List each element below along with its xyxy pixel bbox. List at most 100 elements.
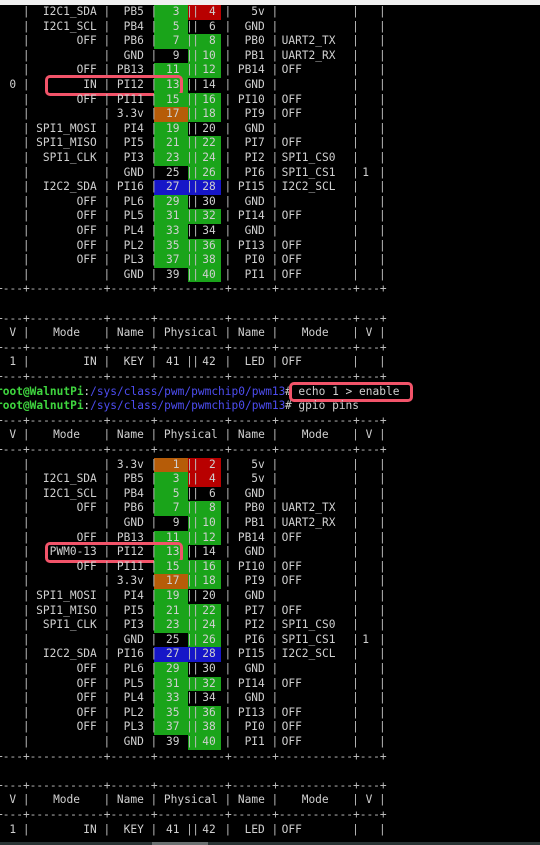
column-divider: | bbox=[0, 531, 3, 546]
column-divider: | bbox=[150, 34, 158, 48]
column-divider: | bbox=[0, 574, 3, 589]
left-physical-pin: 7 bbox=[172, 34, 180, 48]
column-divider: | bbox=[192, 457, 199, 471]
gpio-row: PWM0-13PI121314GND|||||||||| bbox=[0, 542, 540, 563]
column-divider: | bbox=[379, 647, 386, 661]
column-divider: | bbox=[379, 5, 386, 18]
column-divider: | bbox=[192, 472, 199, 486]
gpio-row-extra: 1INKEY4142LEDOFF|||||||||| bbox=[0, 823, 540, 838]
column-divider: | bbox=[379, 326, 386, 340]
column-divider: | bbox=[0, 355, 3, 370]
column-divider: | bbox=[150, 224, 158, 237]
column-divider: | bbox=[271, 705, 279, 719]
gpio-row-extra: 1INKEY4142LEDOFF|||||||||| bbox=[0, 355, 540, 370]
column-divider: | bbox=[0, 501, 3, 516]
column-divider: | bbox=[271, 428, 279, 442]
right-name: PB1 bbox=[244, 48, 265, 62]
right-v-value bbox=[362, 823, 375, 838]
column-divider: | bbox=[103, 19, 111, 33]
column-divider: | bbox=[192, 705, 199, 719]
right-v-value bbox=[362, 501, 375, 516]
column-divider: | bbox=[224, 34, 232, 48]
column-divider: | bbox=[271, 472, 279, 486]
column-divider: | bbox=[379, 107, 386, 121]
column-divider: | bbox=[352, 151, 359, 164]
column-divider: | bbox=[103, 691, 111, 705]
left-mode: SPI1_MOSI bbox=[36, 121, 97, 135]
column-divider: | bbox=[22, 516, 30, 529]
column-divider: | bbox=[352, 121, 359, 135]
column-divider: | bbox=[192, 224, 199, 237]
column-divider: | bbox=[379, 691, 386, 705]
column-divider: | bbox=[271, 355, 279, 369]
column-divider: | bbox=[192, 19, 199, 33]
right-name: PB0 bbox=[244, 34, 265, 48]
column-divider: | bbox=[150, 238, 158, 252]
column-divider: | bbox=[271, 78, 279, 91]
column-divider: | bbox=[192, 78, 199, 91]
column-divider: | bbox=[271, 92, 279, 106]
header-v: V bbox=[365, 326, 373, 340]
left-mode: IN bbox=[83, 822, 97, 836]
column-divider: | bbox=[224, 78, 232, 91]
column-divider: | bbox=[150, 165, 158, 179]
left-v-value bbox=[3, 195, 16, 210]
left-mode: SPI1_MISO bbox=[36, 603, 97, 617]
column-divider: | bbox=[22, 793, 30, 807]
left-v-value bbox=[3, 662, 16, 677]
column-divider: | bbox=[352, 355, 359, 369]
column-divider: | bbox=[352, 516, 359, 529]
column-divider: | bbox=[0, 589, 3, 604]
column-divider: | bbox=[271, 151, 279, 164]
column-divider: | bbox=[0, 268, 3, 283]
column-divider: | bbox=[379, 793, 386, 807]
column-divider: | bbox=[224, 472, 232, 486]
column-divider: | bbox=[352, 589, 359, 602]
column-divider: | bbox=[22, 735, 30, 748]
left-v-value bbox=[3, 720, 16, 735]
header-name: Name bbox=[116, 428, 144, 442]
right-name: 5v bbox=[251, 5, 265, 18]
column-divider: | bbox=[0, 647, 3, 662]
column-divider: | bbox=[352, 428, 359, 442]
left-mode: OFF bbox=[76, 676, 97, 690]
right-v-value bbox=[362, 706, 375, 721]
right-v-value bbox=[362, 618, 375, 633]
left-v-value bbox=[3, 618, 16, 633]
right-v-value bbox=[362, 458, 375, 473]
column-divider: | bbox=[192, 822, 199, 836]
column-divider: | bbox=[271, 209, 279, 223]
left-v-value bbox=[3, 239, 16, 254]
column-divider: | bbox=[271, 238, 279, 252]
column-divider: | bbox=[192, 253, 199, 267]
right-mode: OFF bbox=[281, 530, 302, 544]
column-divider: | bbox=[352, 720, 359, 734]
left-physical-pin: 1 bbox=[172, 457, 180, 471]
left-name: PI3 bbox=[123, 618, 144, 632]
column-divider: | bbox=[150, 574, 158, 588]
right-mode: OFF bbox=[281, 355, 302, 369]
column-divider: | bbox=[271, 136, 279, 150]
column-divider: | bbox=[0, 677, 3, 692]
column-divider: | bbox=[192, 34, 199, 48]
column-divider: | bbox=[271, 19, 279, 33]
column-divider: | bbox=[271, 822, 279, 836]
column-divider: | bbox=[192, 209, 199, 223]
column-divider: | bbox=[224, 194, 232, 208]
column-divider: | bbox=[352, 457, 359, 471]
left-physical-pin: 3 bbox=[172, 472, 180, 486]
column-divider: | bbox=[379, 78, 386, 91]
column-divider: | bbox=[224, 530, 232, 544]
column-divider: | bbox=[0, 107, 3, 122]
column-divider: | bbox=[103, 632, 111, 646]
left-mode: OFF bbox=[76, 194, 97, 208]
left-mode bbox=[30, 166, 97, 181]
column-divider: | bbox=[271, 457, 279, 471]
column-divider: | bbox=[271, 107, 279, 121]
left-v-value bbox=[3, 560, 16, 575]
header-name: Name bbox=[116, 793, 144, 807]
column-divider: | bbox=[271, 618, 279, 632]
right-mode: OFF bbox=[281, 603, 302, 617]
left-physical-pin: 29 bbox=[165, 662, 180, 675]
right-v-value bbox=[362, 720, 375, 735]
